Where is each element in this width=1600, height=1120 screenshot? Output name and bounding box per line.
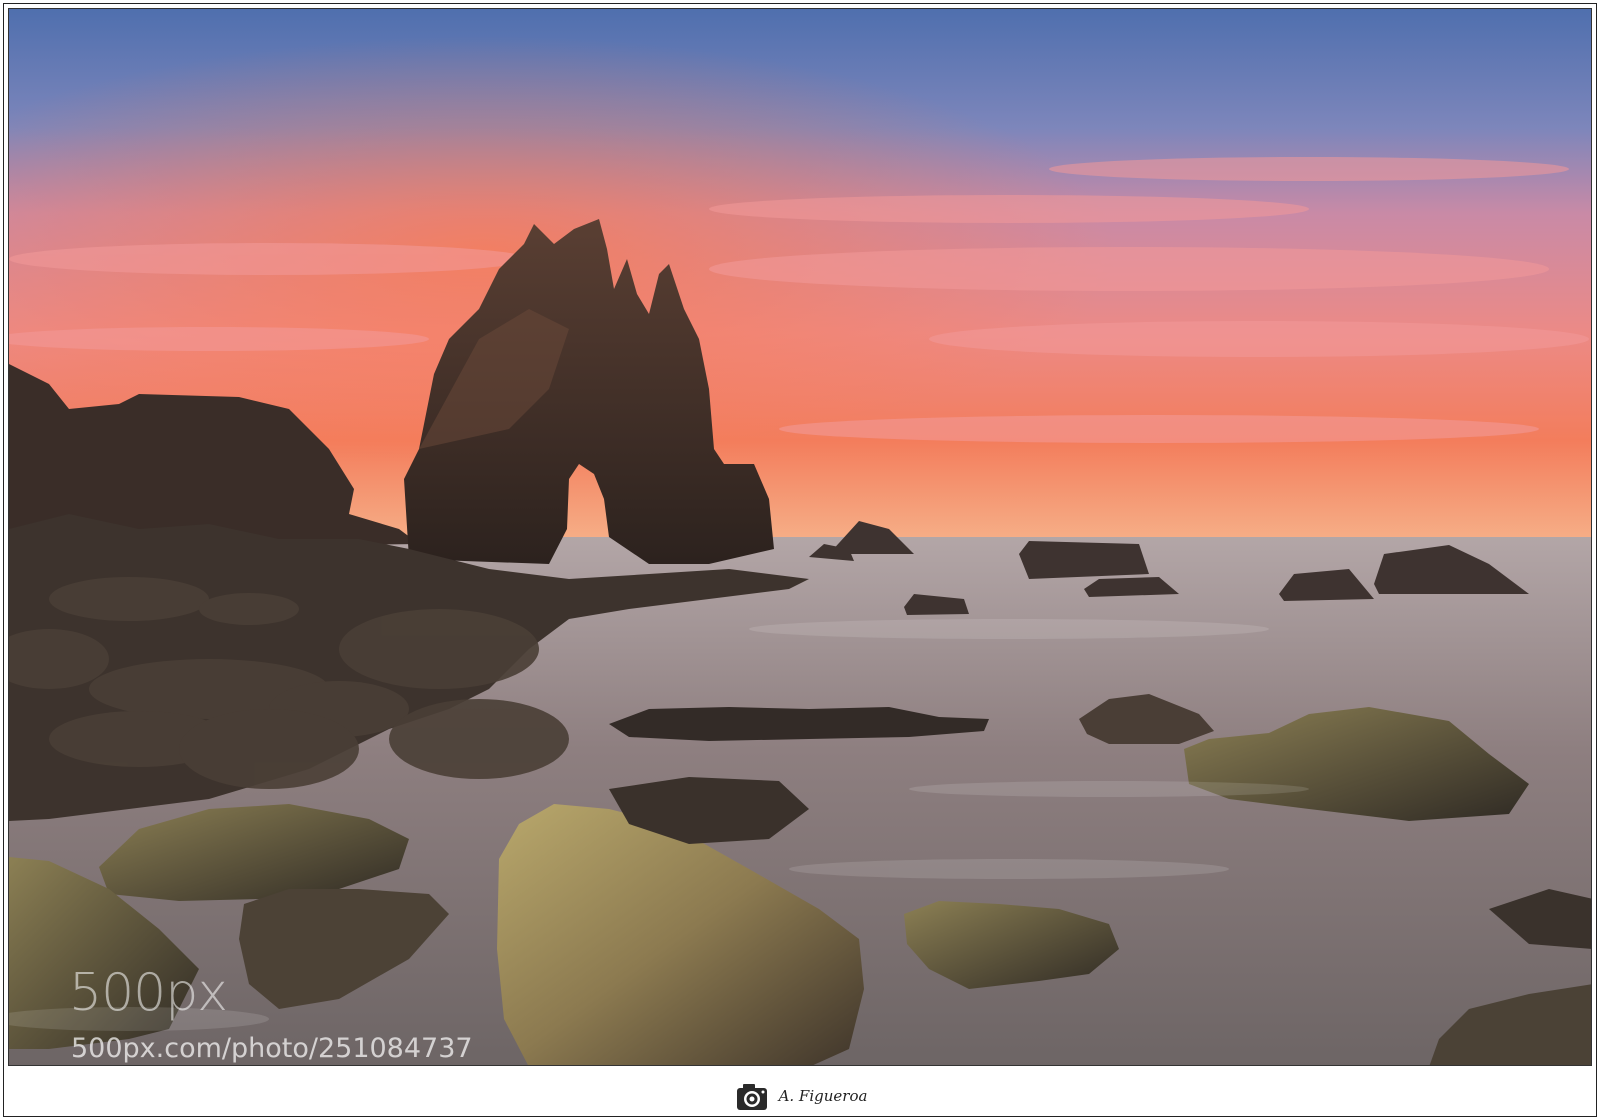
photographer-signature: A. Figueroa [0,1076,1600,1116]
landscape-photo: 500px 500px.com/photo/251084737 [8,8,1592,1066]
watermark-url: 500px.com/photo/251084737 [71,1033,473,1064]
signature-text: A. Figueroa [778,1087,868,1105]
camera-logo-icon [736,1084,767,1110]
watermark-logo: 500px [69,963,228,1023]
